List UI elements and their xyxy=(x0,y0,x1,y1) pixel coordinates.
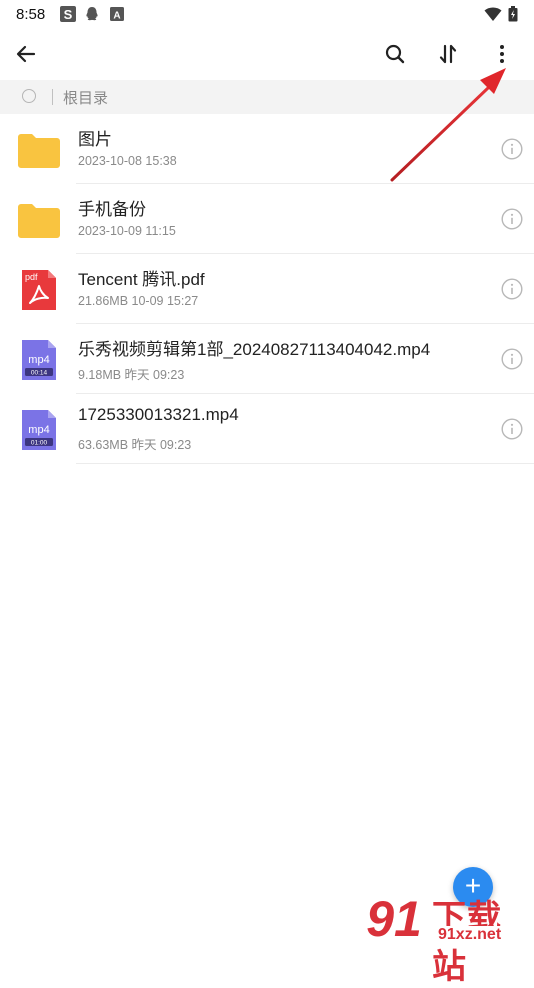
info-icon[interactable] xyxy=(501,348,523,370)
file-meta: 63.63MB 昨天 09:23 xyxy=(78,438,192,452)
file-name: 手机备份 xyxy=(78,200,146,219)
file-name: 1725330013321.mp4 xyxy=(78,405,239,424)
folder-icon xyxy=(18,134,60,168)
file-name: 乐秀视频剪辑第1部_20240827113404042.mp4 xyxy=(78,340,431,359)
info-icon[interactable] xyxy=(501,278,523,300)
watermark-logo-icon: 91 xyxy=(366,891,422,947)
video-duration: 01:00 xyxy=(31,440,48,447)
a-app-icon: A xyxy=(110,7,124,22)
file-name: Tencent 腾讯.pdf xyxy=(78,270,205,289)
svg-text:S: S xyxy=(64,7,73,22)
video-duration: 00:14 xyxy=(31,370,48,377)
breadcrumb-root[interactable]: 根目录 xyxy=(63,87,108,108)
info-icon[interactable] xyxy=(501,138,523,160)
file-meta: 21.86MB 10-09 15:27 xyxy=(78,294,199,308)
s-app-icon: S xyxy=(60,6,76,22)
folder-icon xyxy=(18,204,60,238)
status-time: 8:58 xyxy=(16,6,46,23)
back-arrow-icon xyxy=(16,45,36,63)
search-button[interactable] xyxy=(375,34,415,74)
video-file-icon: mp4 00:14 xyxy=(22,340,56,380)
row-divider xyxy=(76,463,534,464)
file-meta: 9.18MB 昨天 09:23 xyxy=(78,368,185,382)
pdf-badge: pdf xyxy=(25,272,38,282)
file-list: 图片 2023-10-08 15:38 手机备份 2023-10-09 11:1… xyxy=(0,114,534,464)
list-item-file[interactable]: mp4 01:00 1725330013321.mp4 63.63MB 昨天 0… xyxy=(0,394,534,464)
pdf-file-icon: pdf xyxy=(22,270,56,310)
battery-icon xyxy=(508,6,518,22)
breadcrumb-divider xyxy=(52,89,53,105)
list-item-file[interactable]: mp4 00:14 乐秀视频剪辑第1部_20240827113404042.mp… xyxy=(0,324,534,394)
video-badge: mp4 xyxy=(28,424,49,436)
sort-icon xyxy=(439,44,457,64)
svg-text:A: A xyxy=(113,11,120,22)
video-file-icon: mp4 01:00 xyxy=(22,410,56,450)
file-meta: 2023-10-08 15:38 xyxy=(78,154,177,168)
back-button[interactable] xyxy=(6,34,46,74)
wifi-icon xyxy=(484,7,502,21)
info-icon[interactable] xyxy=(501,418,523,440)
sort-button[interactable] xyxy=(428,34,468,74)
video-badge: mp4 xyxy=(28,354,49,366)
breadcrumb: 根目录 xyxy=(0,80,534,114)
more-options-button[interactable] xyxy=(482,34,522,74)
status-bar: 8:58 S A xyxy=(0,0,534,30)
list-item-file[interactable]: pdf Tencent 腾讯.pdf 21.86MB 10-09 15:27 xyxy=(0,254,534,324)
more-vertical-icon xyxy=(500,45,504,63)
toolbar xyxy=(0,30,534,78)
watermark-url: 91xz.net xyxy=(436,926,504,944)
qq-icon xyxy=(86,7,98,21)
select-all-radio[interactable] xyxy=(22,89,36,103)
file-name: 图片 xyxy=(78,130,112,149)
list-item-folder[interactable]: 手机备份 2023-10-09 11:15 xyxy=(0,184,534,254)
info-icon[interactable] xyxy=(501,208,523,230)
search-icon xyxy=(385,44,405,64)
svg-text:91: 91 xyxy=(366,891,422,947)
list-item-folder[interactable]: 图片 2023-10-08 15:38 xyxy=(0,114,534,184)
file-meta: 2023-10-09 11:15 xyxy=(78,224,176,238)
